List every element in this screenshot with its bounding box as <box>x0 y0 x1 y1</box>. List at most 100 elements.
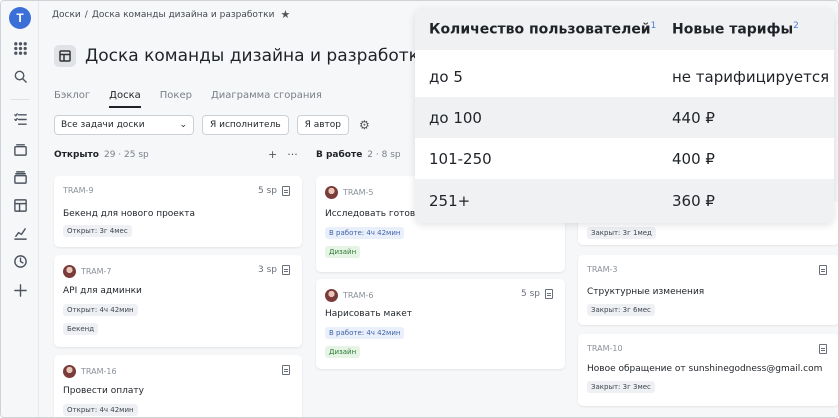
favorite-star-icon[interactable]: ★ <box>280 8 290 21</box>
search-icon[interactable] <box>12 68 28 84</box>
more-dots-icon[interactable]: ··· <box>287 148 298 161</box>
task-card[interactable]: TRAM-9 5 sp Бекенд для нового проекта От… <box>54 176 302 247</box>
story-points: 3 sp <box>258 265 290 275</box>
projects-icon[interactable] <box>12 169 28 185</box>
pricing-table: Количество пользователей1 Новые тарифы2 … <box>415 9 834 223</box>
task-title: Новое обращение от sunshinegodness@gmail… <box>587 364 823 374</box>
task-key: TRAM-10 <box>587 344 623 353</box>
history-clock-icon[interactable] <box>12 253 28 269</box>
price-cell: 440 ₽ <box>672 108 715 127</box>
status-badge: Открыт: 4ч 42мин <box>63 404 138 416</box>
column-meta: 29 · 25 sp <box>103 150 149 160</box>
tag-badge: Бекенд <box>63 323 99 335</box>
rail-divider <box>10 99 30 100</box>
status-badge: В работе: 4ч 42мин <box>325 227 405 239</box>
breadcrumb-root-link[interactable]: Доски <box>52 10 81 20</box>
header-users: Количество пользователей1 <box>429 21 657 38</box>
status-badge: Открыт: 4ч 42мин <box>63 304 138 316</box>
author-me-button[interactable]: Я автор <box>296 115 350 135</box>
status-badge: Закрыт: 3г 1мед <box>587 227 656 239</box>
page-title: Доска команды дизайна и разработки <box>85 46 430 66</box>
tasks-list-icon[interactable] <box>12 111 28 127</box>
pricing-row: до 100 440 ₽ <box>415 97 834 138</box>
task-card[interactable]: TRAM-7 3 sp API для админки Открыт: 4ч 4… <box>54 255 302 347</box>
task-card[interactable]: TRAM-6 5 sp Нарисовать макет В работе: 4… <box>316 279 565 369</box>
task-key: TRAM-9 <box>63 186 94 195</box>
pricing-row: 101-250 400 ₽ <box>415 138 834 179</box>
task-title: Провести оплату <box>63 386 144 396</box>
document-icon <box>545 289 553 299</box>
create-plus-icon[interactable] <box>12 282 28 298</box>
left-sidebar: T <box>1 1 39 417</box>
filter-select[interactable]: Все задачи доски ⌄ <box>54 115 194 135</box>
task-card[interactable]: TRAM-16 Провести оплату Открыт: 4ч 42мин <box>54 355 302 417</box>
status-badge: Закрыт: 3г 6мес <box>587 304 655 316</box>
pricing-header-row: Количество пользователей1 Новые тарифы2 <box>415 9 834 50</box>
tab-burndown[interactable]: Диаграмма сгорания <box>211 90 322 108</box>
document-icon <box>819 344 827 354</box>
task-title: API для админки <box>63 286 142 296</box>
task-key: TRAM-16 <box>63 365 117 378</box>
tab-backlog[interactable]: Бэклог <box>54 90 90 108</box>
board-toolbar: Все задачи доски ⌄ Я исполнитель Я автор… <box>54 115 370 135</box>
users-cell: до 100 <box>429 108 482 127</box>
tag-badge: Дизайн <box>325 346 361 358</box>
task-key: TRAM-5 <box>325 186 373 199</box>
filter-select-value: Все задачи доски <box>61 120 145 130</box>
status-badge: Открыт: 3г 4мес <box>63 225 132 237</box>
story-points: 5 sp <box>258 186 290 196</box>
column-header-open: Открыто 29 · 25 sp <box>54 150 149 160</box>
board-tabs: Бэклог Доска Покер Диаграмма сгорания <box>54 90 322 108</box>
task-title: Нарисовать макет <box>325 309 413 319</box>
task-card[interactable]: TRAM-3 Структурные изменения Закрыт: 3г … <box>578 255 838 325</box>
add-task-plus-icon[interactable]: + <box>268 148 277 161</box>
footnote-1: 1 <box>650 21 657 32</box>
card-actions <box>282 365 290 375</box>
task-key: TRAM-3 <box>587 265 618 274</box>
document-icon <box>282 186 290 196</box>
document-icon <box>282 265 290 275</box>
board-icon <box>54 45 76 67</box>
card-actions <box>819 344 827 354</box>
pricing-row: 251+ 360 ₽ <box>415 179 834 223</box>
story-points: 5 sp <box>521 289 553 299</box>
task-card[interactable]: TRAM-10 Новое обращение от sunshinegodne… <box>578 334 838 406</box>
column-meta: 2 · 8 sp <box>367 150 401 160</box>
breadcrumb: Доски / Доска команды дизайна и разработ… <box>52 8 290 21</box>
column-header-in-work: В работе 2 · 8 sp <box>316 150 401 160</box>
avatar <box>325 289 338 302</box>
card-actions <box>819 265 827 275</box>
breadcrumb-current: Доска команды дизайна и разработки <box>91 9 275 20</box>
assignee-me-button[interactable]: Я исполнитель <box>202 115 289 135</box>
column-actions: + ··· <box>268 148 298 161</box>
dashboards-icon[interactable] <box>12 225 28 241</box>
task-title: Структурные изменения <box>587 287 705 297</box>
column-name: В работе <box>316 150 363 160</box>
gear-icon[interactable]: ⚙ <box>359 118 370 132</box>
avatar <box>325 186 338 199</box>
price-cell: 400 ₽ <box>672 149 715 168</box>
breadcrumb-separator: / <box>84 9 88 20</box>
boards-icon[interactable] <box>12 197 28 213</box>
avatar <box>63 365 76 378</box>
status-badge: Закрыт: 3г 3мес <box>587 381 655 393</box>
price-cell: 360 ₽ <box>672 192 715 210</box>
users-cell: 251+ <box>429 192 471 210</box>
tag-badge: Дизайн <box>325 246 361 258</box>
app-window: T Доски / Доска команды дизайна и разраб… <box>0 0 839 418</box>
footnote-2: 2 <box>793 21 799 32</box>
document-icon <box>282 365 290 375</box>
apps-grid-icon[interactable] <box>12 40 28 56</box>
tab-board[interactable]: Доска <box>109 90 141 108</box>
price-cell: не тарифицируется <box>672 67 830 86</box>
tab-poker[interactable]: Покер <box>160 90 192 108</box>
task-title: Исследовать готовь <box>325 209 421 219</box>
chevron-down-icon: ⌄ <box>179 120 187 130</box>
document-icon <box>819 265 827 275</box>
queues-icon[interactable] <box>12 141 28 157</box>
task-title: Бекенд для нового проекта <box>63 209 196 219</box>
status-badge: В работе: 4ч 42мин <box>325 327 405 339</box>
tracker-logo-icon[interactable]: T <box>9 7 31 29</box>
task-key: TRAM-7 <box>63 265 111 278</box>
users-cell: до 5 <box>429 67 463 86</box>
